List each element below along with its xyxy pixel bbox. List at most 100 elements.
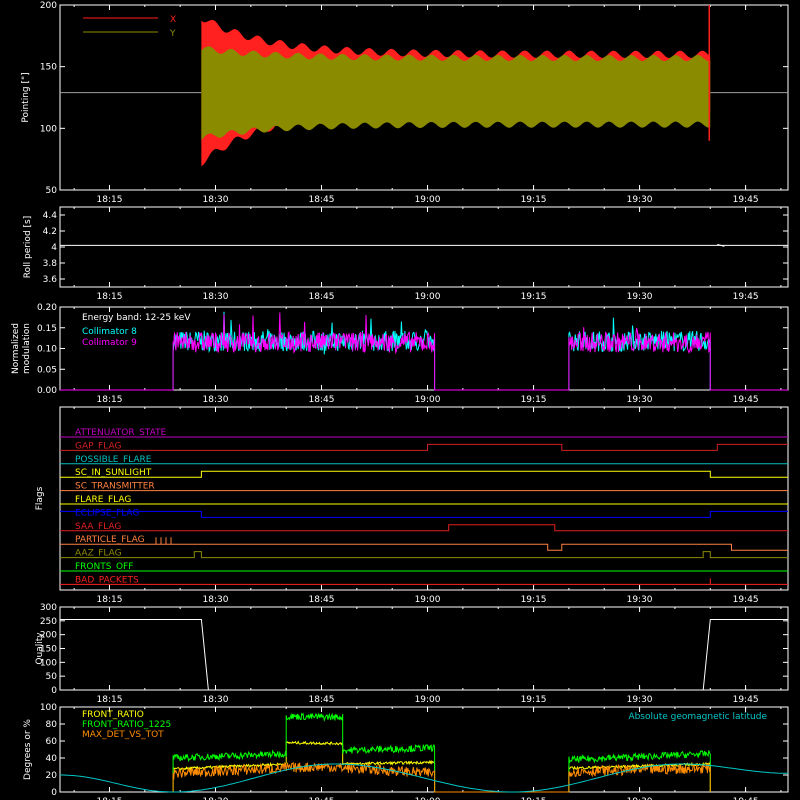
x-tick-label: 19:30 [627,695,653,705]
y-tick-label: 200 [40,1,57,11]
flag-label: ECLIPSE_FLAG [75,508,139,518]
quality-panel: 18:15 18:30 18:45 19:00 19:15 19:30 19:4505010… [35,603,789,705]
x-tick-label: 19:45 [733,292,759,302]
legend-label: MAX_DET_VS_TOT [82,730,164,740]
legend-label: X [170,15,176,25]
x-tick-label: 19:30 [627,595,653,605]
y-axis-label: Flags [35,486,45,510]
x-tick-label: 18:15 [97,195,123,205]
y-axis-label: Degrees or % [23,719,33,780]
x-tick-label: 19:00 [415,695,441,705]
flag-label: PARTICLE_FLAG [75,535,145,545]
x-tick-label: 18:45 [309,195,335,205]
y-tick-label: 0.10 [37,345,57,355]
x-tick-label: 19:45 [733,695,759,705]
legend-label: Collimator 9 [82,338,137,348]
roll-period-panel: 18:15 18:30 18:45 19:00 19:15 19:30 19:45 3.6 3.… [23,206,789,302]
y-axis-label: modulation [22,323,32,374]
y-tick-label: 0.15 [37,324,57,334]
x-tick-label: 18:30 [203,195,229,205]
flag-label: AAZ_FLAG [75,549,122,559]
flag-label: BAD_PACKETS [75,575,139,585]
y-axis-label: Quality [35,632,45,665]
y-tick-label: 0 [51,686,57,696]
x-tick-label: 18:30 [203,695,229,705]
y-tick-label: 150 [40,63,57,73]
series-y-band [201,46,711,141]
y-tick-label: 80 [46,720,58,730]
flag-label: GAP_FLAG [75,441,121,451]
x-tick-label: 19:45 [733,195,759,205]
y-tick-label: 0.00 [37,386,57,396]
x-tick-label: 18:30 [203,595,229,605]
x-tick-label: 19:30 [627,195,653,205]
y-tick-label: 0 [51,788,57,798]
y-tick-label: 100 [40,124,57,134]
y-tick-label: 50 [46,672,58,682]
x-tick-label: 18:15 [97,695,123,705]
x-tick-label: 19:00 [415,395,441,405]
y-tick-label: 0.20 [37,303,57,313]
x-tick-label: 19:45 [733,595,759,605]
flag-line [60,551,788,559]
flag-label: ATTENUATOR_STATE [75,428,167,438]
y-tick-label: 3.8 [43,259,58,269]
plot-frame [59,406,789,591]
y-tick-label: 300 [40,603,57,613]
y-tick-label: 60 [46,737,58,747]
y-tick-label: 4.4 [43,211,58,221]
y-tick-label: 250 [40,617,57,627]
x-tick-label: 18:45 [309,695,335,705]
ratios-panel: 18:1518:3018:4519:0019:1519:3019:4502040… [23,703,789,800]
legend-label: Collimator 8 [82,327,137,337]
x-tick-label: 19:00 [415,195,441,205]
x-tick-label: 19:15 [521,695,547,705]
flag-label: SC_IN_SUNLIGHT [75,468,152,478]
max-det-vs-tot-line [172,761,711,793]
flags-panel: 18:15 18:30 18:45 19:00 19:15 19:30 19:45 Flags… [35,406,789,605]
legend-label: FRONT_RATIO [82,710,144,720]
x-tick-label: 18:30 [203,395,229,405]
pointing-panel: 18:15 18:30 18:45 19:00 19:15 19:30 19:45 50 100… [21,1,789,205]
y-axis-label: Pointing ["] [21,72,31,122]
y-tick-label: 0.05 [37,365,57,375]
flag-label: FLARE_FLAG [75,495,131,505]
y-tick-label: 40 [46,754,58,764]
flag-line [60,470,788,478]
legend-label: Y [169,29,176,39]
y-tick-label: 100 [40,703,57,713]
y-tick-label: 50 [46,186,58,196]
y-axis-label: Normalized [11,323,21,374]
x-tick-label: 19:15 [521,195,547,205]
legend-label: FRONT_RATIO_1225 [82,720,171,730]
x-tick-label: 19:15 [521,292,547,302]
x-tick-label: 19:45 [733,395,759,405]
x-tick-label: 19:00 [415,595,441,605]
x-tick-label: 19:15 [521,395,547,405]
x-tick-label: 18:15 [97,595,123,605]
flag-label: SC_TRANSMITTER [75,482,155,492]
flag-line [60,510,788,518]
y-tick-label: 4.2 [43,227,57,237]
x-tick-label: 19:15 [521,595,547,605]
x-tick-label: 18:30 [203,292,229,302]
flag-line [60,578,788,585]
y-axis-label: Roll period [s] [23,216,33,278]
y-tick-label: 3.6 [43,275,58,285]
geomagnetic-latitude-annotation: Absolute geomagnetic latitude [628,712,767,722]
x-tick-label: 18:45 [309,395,335,405]
x-tick-label: 19:30 [627,292,653,302]
flag-line [60,443,788,451]
y-tick-label: 20 [46,771,58,781]
y-tick-label: 4 [51,243,57,253]
x-tick-label: 18:45 [309,595,335,605]
series-collimator-9 [60,312,788,391]
quality-line [60,619,788,691]
plot-frame [59,206,789,288]
flag-label: POSSIBLE_FLARE [75,455,152,465]
x-tick-label: 18:15 [97,292,123,302]
energy-band-annotation: Energy band: 12-25 keV [82,313,191,323]
flag-line [60,543,788,551]
x-tick-label: 18:45 [309,292,335,302]
x-tick-label: 19:30 [627,395,653,405]
